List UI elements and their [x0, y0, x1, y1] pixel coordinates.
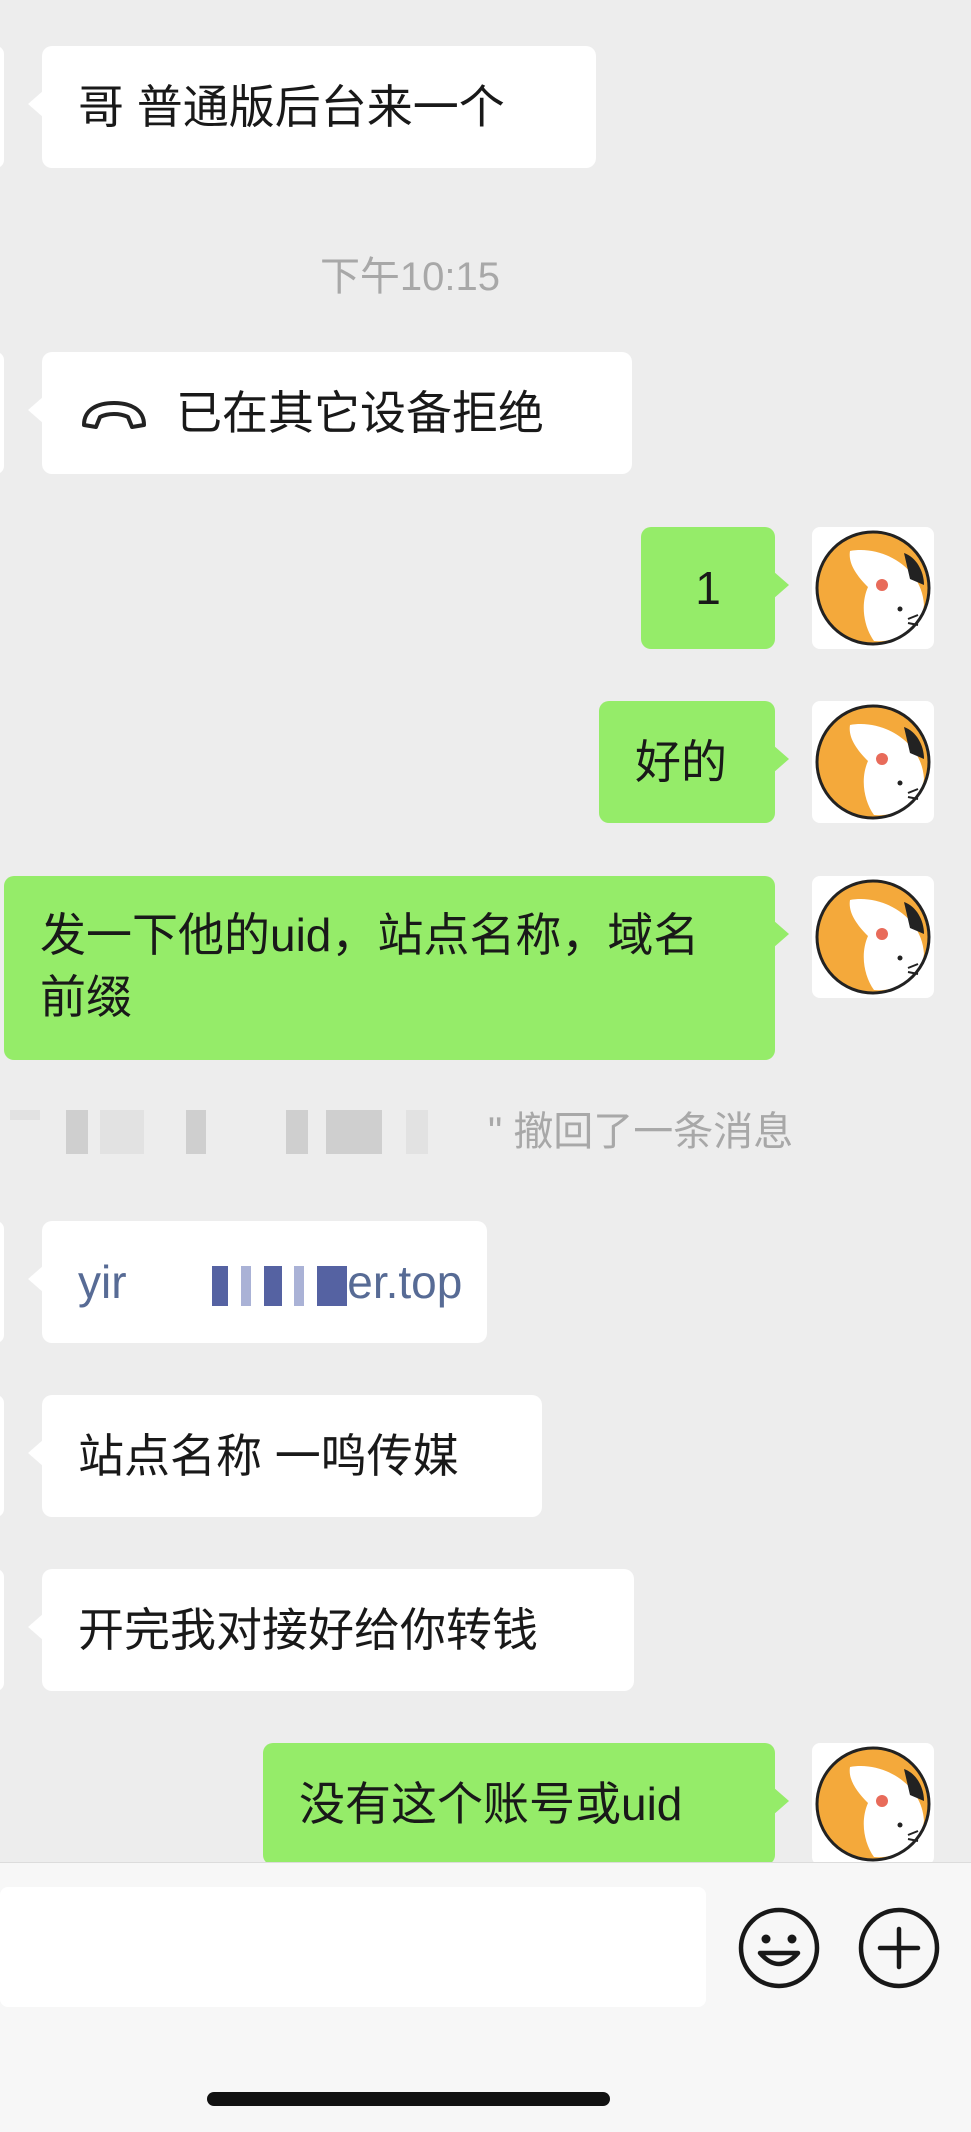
redacted-link: [294, 1265, 305, 1306]
redacted-name: [326, 1110, 382, 1154]
message-text: 没有这个账号或uid: [299, 1778, 683, 1830]
my-avatar[interactable]: [812, 876, 934, 998]
message-bubble[interactable]: 哥 普通版后台来一个: [28, 46, 596, 168]
call-record-bubble[interactable]: 已在其它设备拒绝: [28, 352, 632, 474]
my-avatar[interactable]: [812, 701, 934, 823]
redacted-link: [240, 1265, 251, 1306]
redacted-name: [66, 1110, 88, 1154]
redacted-link: [212, 1265, 229, 1306]
chat-area[interactable]: 哥 普通版后台来一个 下午10:15 已在其它设备拒绝 1 好的 发一下他的ui…: [0, 0, 971, 1862]
message-bubble[interactable]: 发一下他的uid，站点名称，域名前缀: [4, 876, 789, 1060]
plus-icon[interactable]: [856, 1905, 942, 1991]
contact-avatar[interactable]: [0, 1395, 4, 1517]
recall-text: " 撤回了一条消息: [488, 1110, 794, 1154]
message-text: 好的: [635, 736, 727, 788]
timestamp: 下午10:15: [319, 255, 501, 299]
redacted-name: [406, 1110, 428, 1154]
cat-avatar-icon: [815, 704, 931, 820]
message-bubble[interactable]: 好的: [599, 701, 789, 823]
redacted-name: [100, 1110, 144, 1154]
message-text: 发一下他的uid，站点名称，域名前缀: [40, 909, 700, 1023]
phone-hangup-icon: [78, 386, 150, 448]
contact-avatar[interactable]: [0, 46, 4, 168]
message-text: 哥 普通版后台来一个: [78, 81, 505, 133]
message-bubble[interactable]: 没有这个账号或uid: [263, 1743, 789, 1862]
cat-avatar-icon: [815, 879, 931, 995]
message-text: 1: [695, 562, 721, 614]
my-avatar[interactable]: [812, 527, 934, 649]
my-avatar[interactable]: [812, 1743, 934, 1862]
message-bubble[interactable]: 1: [641, 527, 789, 649]
message-text: 开完我对接好给你转钱: [78, 1604, 538, 1656]
contact-avatar[interactable]: [0, 1569, 4, 1691]
message-bubble[interactable]: 站点名称 一鸣传媒: [28, 1395, 542, 1517]
recall-notice: " 撤回了一条消息: [0, 1104, 971, 1164]
link-text-end[interactable]: er.top: [347, 1256, 462, 1308]
redacted-name: [286, 1110, 308, 1154]
cat-avatar-icon: [815, 1746, 931, 1862]
redacted-link: [317, 1265, 348, 1306]
link-message-bubble[interactable]: yir er.top: [28, 1221, 487, 1343]
contact-avatar[interactable]: [0, 1221, 4, 1343]
message-bubble[interactable]: 开完我对接好给你转钱: [28, 1569, 634, 1691]
home-indicator[interactable]: [207, 2092, 610, 2106]
redacted-link: [263, 1265, 282, 1306]
message-text: 站点名称 一鸣传媒: [78, 1430, 459, 1482]
redacted-name: [186, 1110, 206, 1154]
emoji-icon[interactable]: [736, 1905, 822, 1991]
cat-avatar-icon: [815, 530, 931, 646]
message-input[interactable]: [0, 1887, 706, 2007]
redacted-name: [10, 1110, 40, 1120]
contact-avatar[interactable]: [0, 352, 4, 474]
call-status-text: 已在其它设备拒绝: [176, 387, 544, 439]
link-text-start[interactable]: yir: [78, 1256, 127, 1308]
